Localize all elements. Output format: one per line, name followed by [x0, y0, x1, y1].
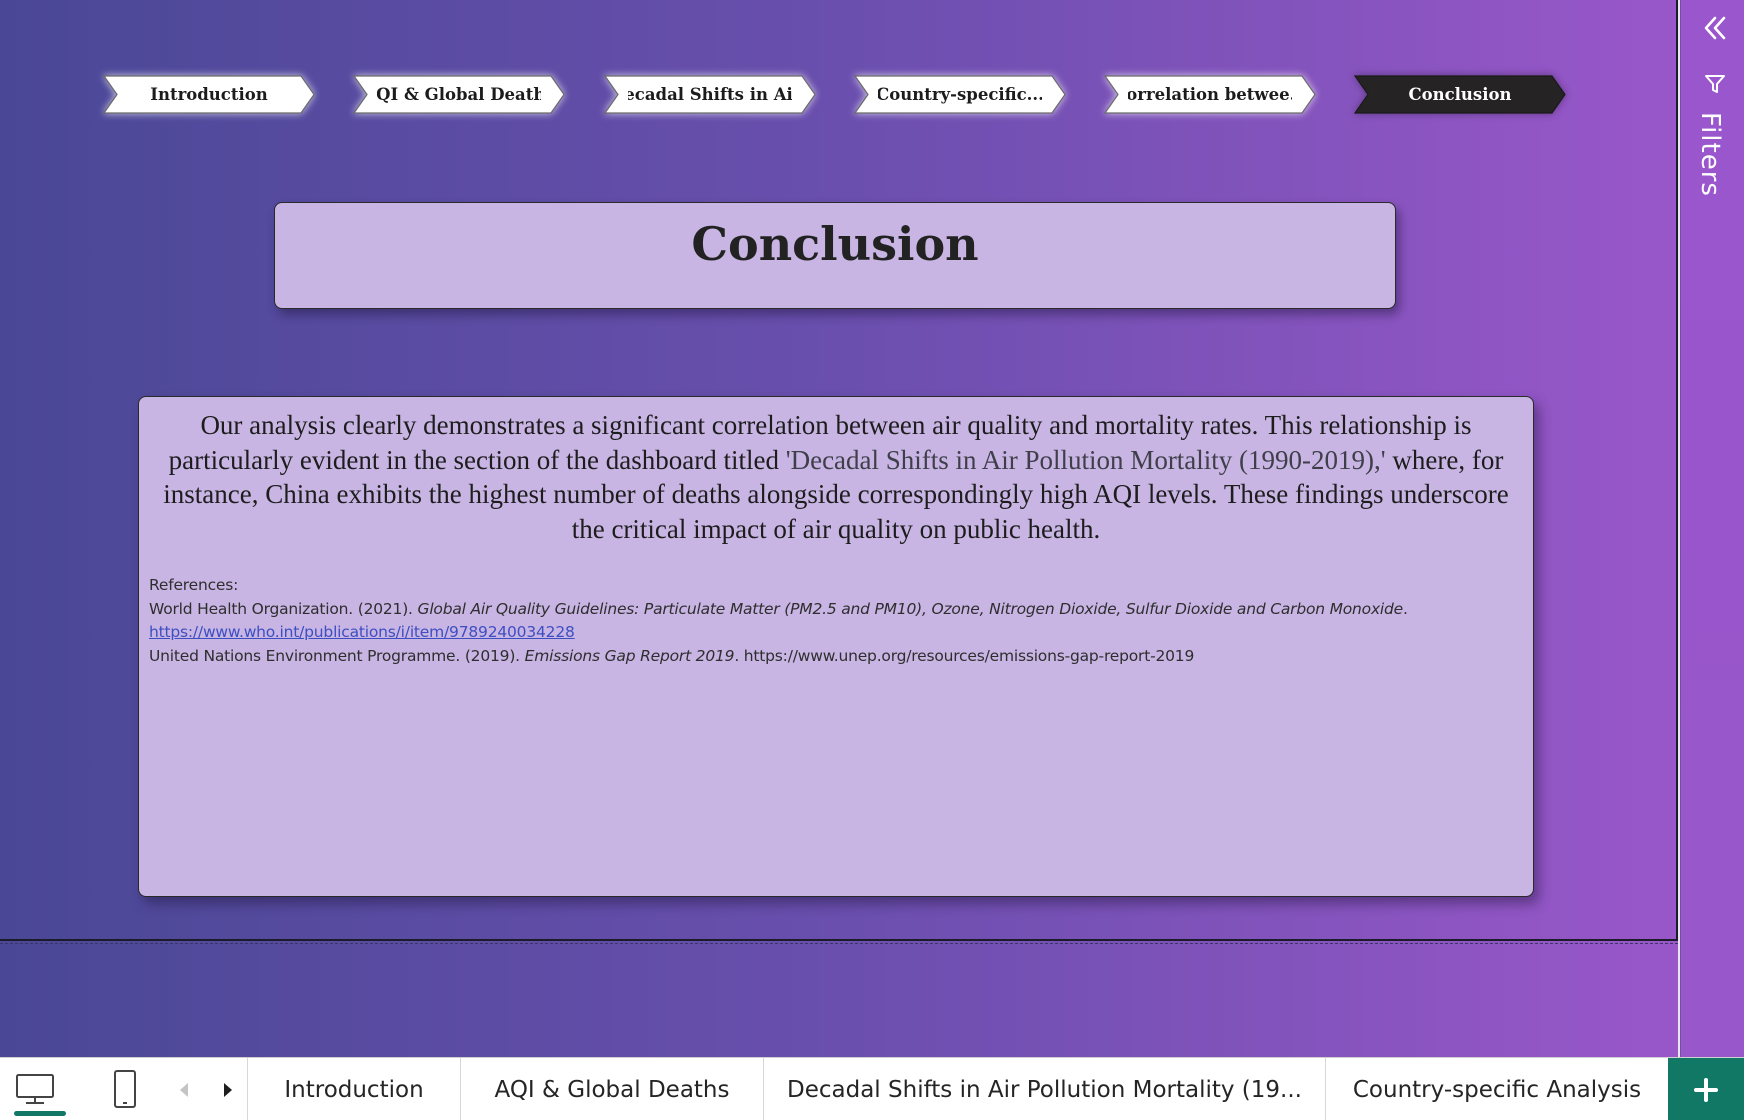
- chevron-tab-4[interactable]: Country-specific...: [854, 75, 1066, 114]
- chevron-label: Conclusion: [1408, 85, 1512, 104]
- tab-aqi-global-deaths[interactable]: AQI & Global Deaths: [460, 1058, 763, 1120]
- chevron-label: AQI & Global Deaths: [377, 85, 541, 104]
- mobile-icon[interactable]: [100, 1068, 150, 1110]
- chevron-label: Decadal Shifts in Ai...: [628, 85, 792, 104]
- references: References: World Health Organization. (…: [149, 574, 1523, 668]
- title-box: Conclusion: [274, 202, 1396, 309]
- report-canvas: Introduction AQI & Global Deaths Decadal S…: [0, 0, 1678, 1057]
- page-title: Conclusion: [691, 217, 979, 271]
- chevron-label: Country-specific...: [878, 85, 1042, 104]
- reference-2: United Nations Environment Programme. (2…: [149, 645, 1523, 669]
- scroll-left-icon[interactable]: [174, 1078, 194, 1102]
- reference-2-end: . https://www.unep.org/resources/emissio…: [734, 646, 1195, 665]
- page-tabs-bar: Introduction AQI & Global Deaths Decadal…: [0, 1057, 1744, 1120]
- reference-1-end: .: [1403, 599, 1408, 618]
- reference-1-title: Global Air Quality Guidelines: Particula…: [417, 599, 1404, 618]
- chevron-label: Introduction: [150, 85, 268, 104]
- chevron-tab-5[interactable]: Correlation betwee...: [1104, 75, 1316, 114]
- chevron-tab-3[interactable]: Decadal Shifts in Ai...: [604, 75, 816, 114]
- chevron-tab-2[interactable]: AQI & Global Deaths: [353, 75, 565, 114]
- tab-introduction[interactable]: Introduction: [247, 1058, 460, 1120]
- chevron-tab-1[interactable]: Introduction: [103, 75, 315, 114]
- funnel-icon: [1703, 72, 1727, 96]
- page-boundary-dashed: [0, 943, 1678, 944]
- references-heading: References:: [149, 576, 239, 594]
- double-chevron-left-icon[interactable]: [1701, 14, 1729, 42]
- chevron-tab-6[interactable]: Conclusion: [1354, 75, 1566, 114]
- chevron-label: Correlation betwee...: [1128, 85, 1292, 104]
- reference-2-title: Emissions Gap Report 2019: [524, 646, 735, 665]
- desktop-icon[interactable]: [10, 1068, 66, 1116]
- scroll-right-icon[interactable]: [218, 1078, 238, 1102]
- tab-decadal-shifts[interactable]: Decadal Shifts in Air Pollution Mortalit…: [763, 1058, 1325, 1120]
- reference-1-link[interactable]: https://www.who.int/publications/i/item/…: [149, 623, 575, 641]
- reference-2-author: United Nations Environment Programme. (2…: [149, 646, 525, 665]
- analysis-quoted-title: 'Decadal Shifts in Air Pollution Mortali…: [785, 444, 1386, 475]
- filters-label[interactable]: Filters: [1695, 112, 1725, 197]
- conclusion-text-box: Our analysis clearly demonstrates a sign…: [138, 396, 1534, 897]
- filters-pane: Filters: [1680, 0, 1744, 1057]
- tab-country-specific[interactable]: Country-specific Analysis: [1325, 1058, 1668, 1120]
- plus-icon[interactable]: [1668, 1058, 1744, 1120]
- reference-1-author: World Health Organization. (2021).: [149, 599, 418, 618]
- reference-1: World Health Organization. (2021). Globa…: [149, 598, 1523, 622]
- analysis-paragraph: Our analysis clearly demonstrates a sign…: [149, 408, 1523, 546]
